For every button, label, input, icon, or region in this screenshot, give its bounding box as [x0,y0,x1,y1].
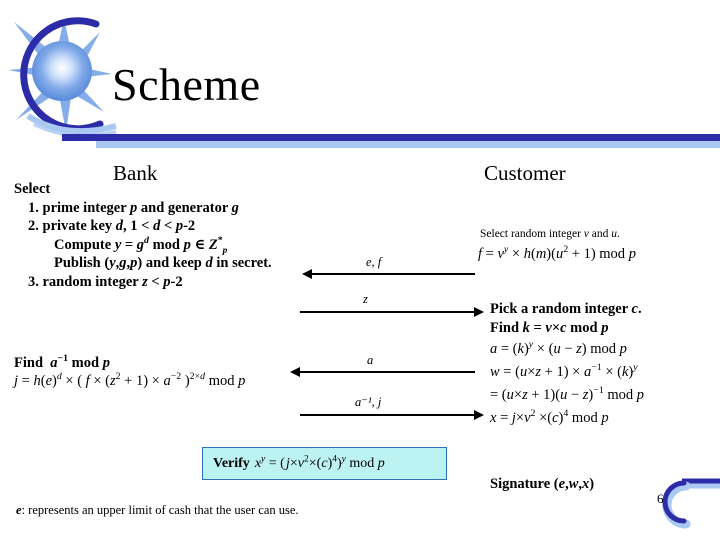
header-rule-light [96,141,720,148]
customer-f-expression: f = vy × h(m)(u2 + 1) mod p [478,244,636,262]
sunburst-logo-icon [8,17,117,138]
slide-canvas: Scheme Bank Customer Select 1. prime int… [0,0,720,540]
arrow-a-left [290,367,475,377]
bank-step-3: 3. random integer z < p-2 [28,273,183,290]
customer-column-heading: Customer [484,161,566,185]
arrow-label-a: a [367,353,374,367]
arrow-label-ainv-j: a⁻¹, j [355,395,382,409]
bank-find-line: Find a−1 mod p [14,353,110,371]
footer-note: e: represents an upper limit of cash tha… [16,503,299,517]
bank-steps-block: Select 1. prime integer p and generator … [14,180,334,291]
page-number: 6 [657,491,664,506]
page-number-swirl-decoration [662,478,720,529]
bank-step-1: 1. prime integer p and generator g [28,199,239,216]
arrow-z-right [300,307,484,317]
arrow-label-ef: e, f [366,255,382,269]
arrow-ainv-j-right [300,410,484,420]
page-title: Scheme [112,59,261,110]
customer-steps-block: Pick a random integer c. Find k = v×c mo… [490,300,720,430]
customer-signature-line: Signature (e,w,x) [490,476,595,492]
bank-compute-line: Compute y = gd mod p ∈ Z*p [54,234,228,256]
bank-select-label: Select [14,181,51,197]
customer-x-expression: x = j×v2 ×(c)4 mod p [490,408,609,426]
customer-a-expression: a = (k)y × (u − z) mod p [490,339,627,357]
verify-expression: xy = ( j×v2×(c)4)y mod p [254,453,385,471]
bank-j-expression: j = h(e)d × ( f × (z2 + 1) × a−2 )2×d mo… [14,371,246,389]
customer-select-random: Select random integer v and u. [480,228,620,240]
customer-pick-c: Pick a random integer c. [490,301,642,317]
header-rule-navy [96,134,720,141]
bank-publish-line: Publish (y,g,p) and keep d in secret. [54,255,272,271]
customer-w-expression-2: = (u×z + 1)(u − z)−1 mod p [490,385,645,403]
arrow-label-z: z [363,292,368,306]
customer-find-k: Find k = v×c mod p [490,320,609,336]
customer-w-expression: w = (u×z + 1) × a−1 × (k)y [490,362,638,380]
verify-label: Verify [213,455,250,471]
bank-step-2: 2. private key d, 1 < d < p-2 [28,218,196,234]
verify-box: Verify xy = ( j×v2×(c)4)y mod p [202,447,447,480]
arrow-ef-left [302,269,475,279]
